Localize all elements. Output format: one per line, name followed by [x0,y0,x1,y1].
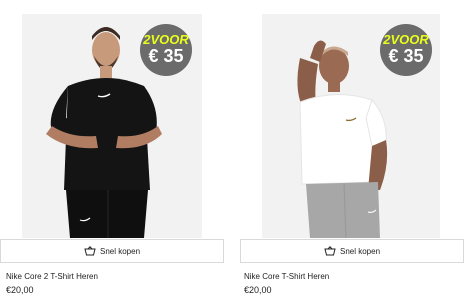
promo-badge-price: € 35 [388,46,424,66]
product-title[interactable]: Nike Core 2 T-Shirt Heren [6,272,98,281]
product-price: €20,00 [6,285,34,295]
quick-buy-button[interactable]: Snel kopen [240,239,464,263]
shopping-basket-icon [324,246,336,256]
promo-badge-top: 2VOOR [143,32,189,47]
product-card[interactable]: 2VOOR € 35 Snel kopen Nike Core 2 T-Shir… [0,0,232,300]
quick-buy-label: Snel kopen [99,246,141,256]
promo-badge: 2VOOR € 35 [380,24,432,76]
shopping-basket-icon [84,246,96,256]
product-price: €20,00 [244,285,272,295]
promo-badge: 2VOOR € 35 [140,24,192,76]
product-image[interactable]: 2VOOR € 35 [262,14,440,238]
promo-badge-price: € 35 [148,46,184,66]
quick-buy-label: Snel kopen [339,246,381,256]
product-image[interactable]: 2VOOR € 35 [22,14,202,238]
promo-badge-top: 2VOOR [383,32,429,47]
product-card[interactable]: 2VOOR € 35 Snel kopen Nike Core T-Shirt … [240,0,472,300]
product-title[interactable]: Nike Core T-Shirt Heren [244,272,329,281]
quick-buy-button[interactable]: Snel kopen [0,239,224,263]
